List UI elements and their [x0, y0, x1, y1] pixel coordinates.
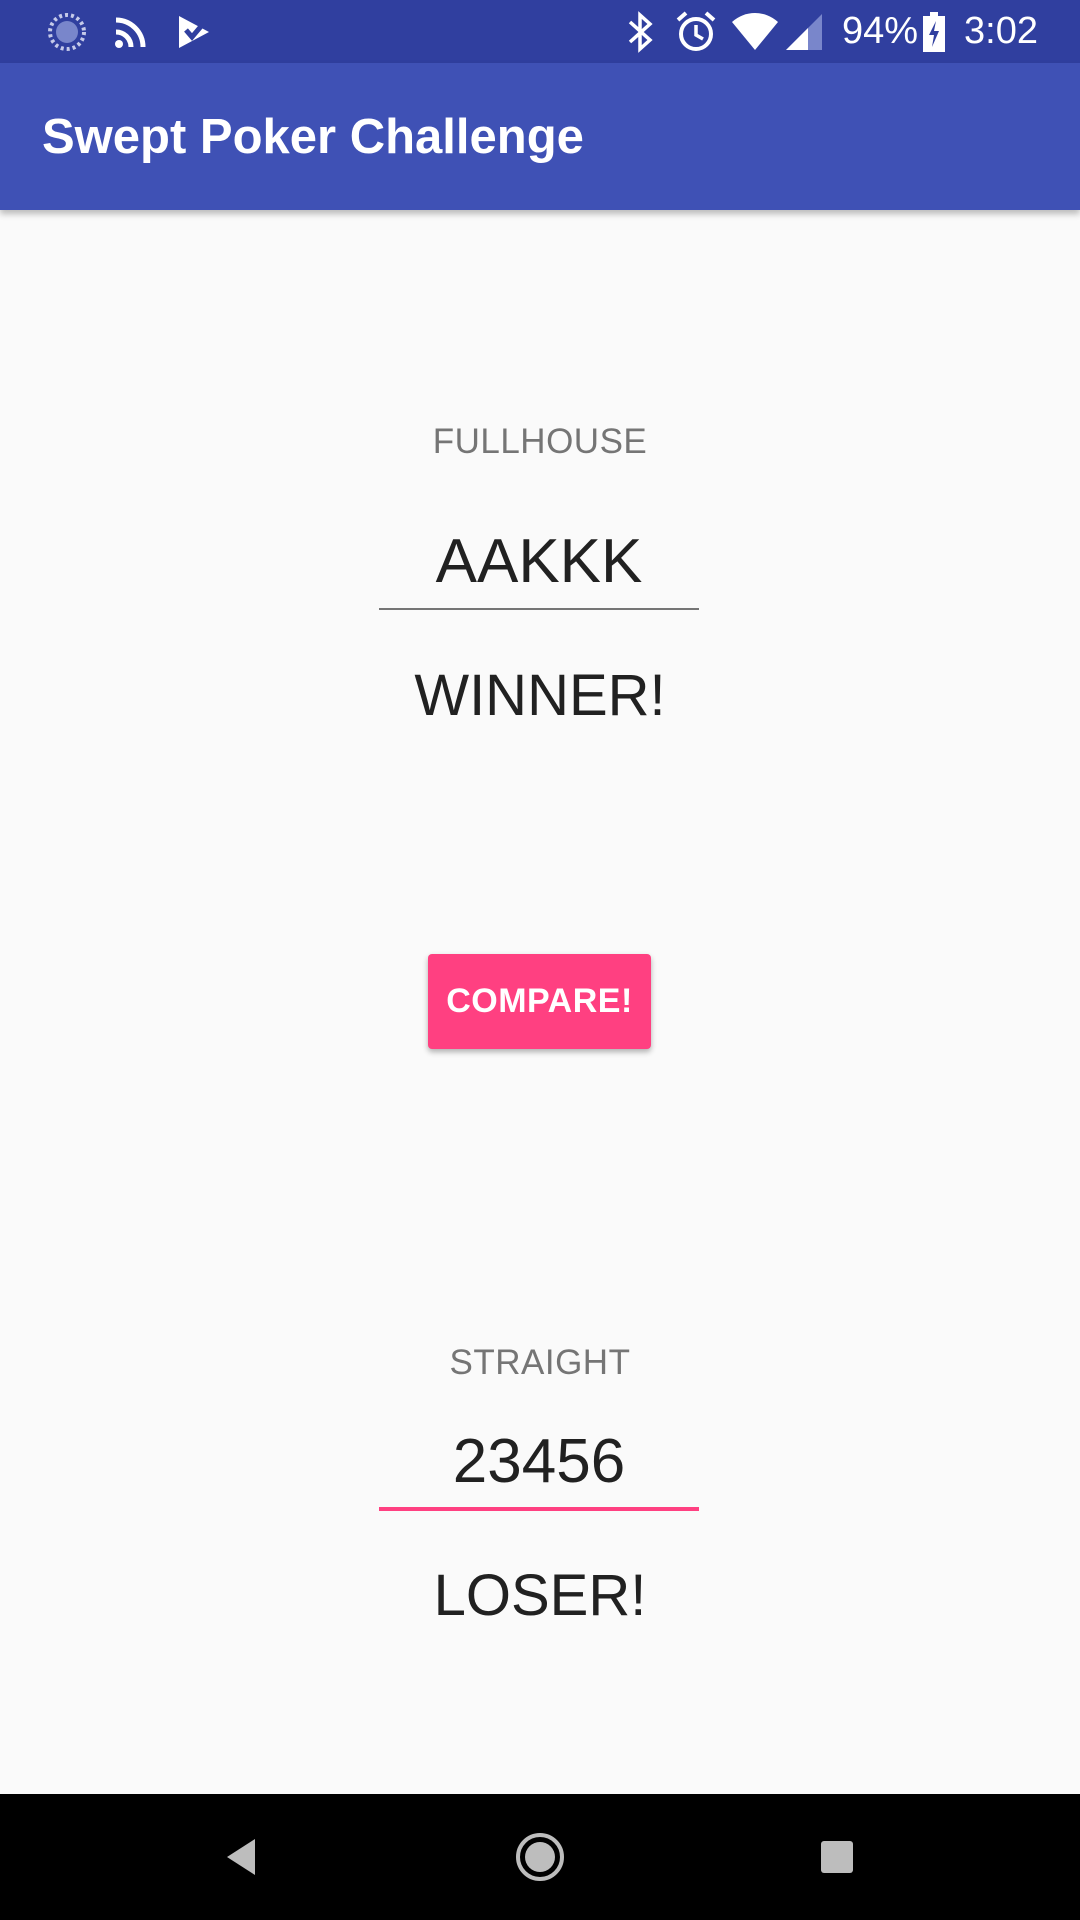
back-icon[interactable]: [181, 1794, 301, 1920]
navigation-bar: [0, 1794, 1080, 1920]
home-icon[interactable]: [480, 1794, 600, 1920]
cast-icon: [112, 0, 150, 63]
app-bar: Swept Poker Challenge: [0, 63, 1080, 210]
battery-percent: 94%: [842, 10, 919, 52]
wifi-icon: [730, 0, 780, 63]
loading-icon: [46, 0, 88, 63]
hand1-type-label: FULLHOUSE: [432, 422, 648, 461]
compare-button[interactable]: COMPARE!: [428, 954, 651, 1049]
hand1-input-underline: [379, 608, 699, 610]
hand1-input[interactable]: AAKKK: [379, 522, 699, 602]
status-bar: 94% 3:02: [0, 0, 1080, 63]
hand2-result: LOSER!: [433, 1563, 647, 1628]
hand2-input-underline: [379, 1507, 699, 1511]
hand2-type-label: STRAIGHT: [449, 1343, 631, 1382]
signal-icon: [784, 0, 824, 63]
battery-icon: [922, 0, 946, 63]
hand1-result: WINNER!: [414, 663, 666, 728]
checkmark-app-icon: [174, 0, 214, 63]
app-title: Swept Poker Challenge: [42, 109, 584, 164]
main-content: FULLHOUSE AAKKK WINNER! COMPARE! STRAIGH…: [0, 210, 1080, 1794]
recents-icon[interactable]: [777, 1794, 897, 1920]
alarm-icon: [674, 0, 718, 63]
hand2-input[interactable]: 23456: [379, 1422, 699, 1502]
clock: 3:02: [964, 10, 1038, 52]
bluetooth-icon: [626, 0, 656, 63]
